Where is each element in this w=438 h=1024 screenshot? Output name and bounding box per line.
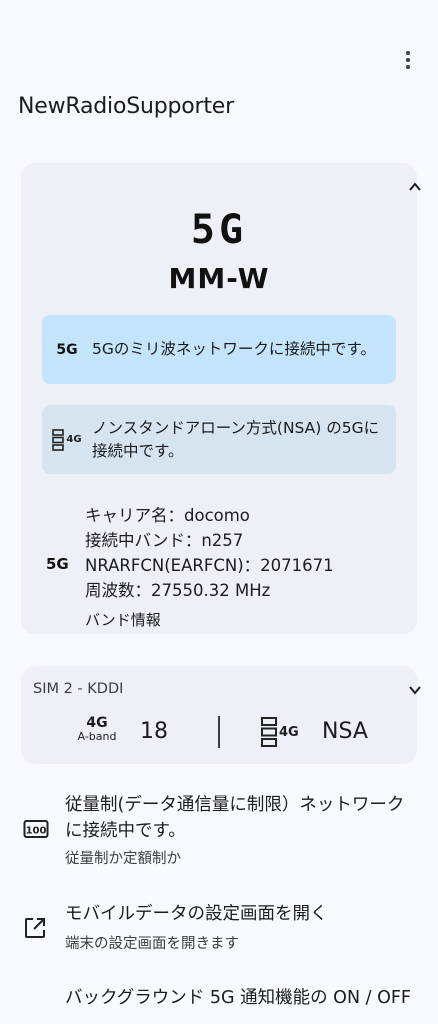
- band-type-label: MM-W: [168, 262, 270, 295]
- nrarfcn: NRARFCN(EARFCN)：2071671: [85, 556, 334, 575]
- band-info-link[interactable]: バンド情報: [85, 609, 334, 631]
- metered-title: 従量制(データ通信量に制限）ネットワークに接続中です。: [65, 795, 405, 841]
- app-title: NewRadioSupporter: [18, 94, 234, 119]
- open-external-icon: [23, 916, 47, 944]
- sim2-label: SIM 2 - KDDI: [33, 681, 124, 697]
- chevron-up-icon[interactable]: [408, 180, 422, 194]
- 5g-icon: 5G: [56, 341, 78, 358]
- network-details: キャリア名：docomo 接続中バンド：n257 NRARFCN(EARFCN)…: [85, 503, 334, 631]
- sim2-mode: NSA: [322, 719, 368, 744]
- nsa-icon-label: 4G: [66, 434, 82, 445]
- signal-value: 18: [140, 719, 168, 744]
- network-type-label: 5G: [190, 207, 248, 253]
- nsa-icon-label: 4G: [279, 724, 299, 740]
- metered-desc: 従量制か定額制か: [65, 851, 181, 867]
- metered-icon: 100: [23, 819, 49, 843]
- background-5g-title: バックグラウンド 5G 通知機能の ON / OFF: [65, 988, 411, 1008]
- frequency: 周波数：27550.32 MHz: [85, 581, 271, 600]
- svg-text:100: 100: [26, 826, 47, 837]
- mobile-data-title: モバイルデータの設定画面を開く: [65, 904, 328, 924]
- nsa-info-banner: 4G ノンスタンドアローン方式(NSA) の5Gに接続中です。: [42, 405, 396, 474]
- nsa-icon: 4G: [261, 717, 299, 747]
- more-dot: [406, 51, 410, 55]
- carrier-name: キャリア名：docomo: [85, 506, 250, 525]
- aband-label: A-band: [77, 730, 117, 743]
- more-dot: [406, 65, 410, 69]
- nsa-icon: 4G: [52, 428, 82, 451]
- mobile-data-desc: 端末の設定画面を開きます: [65, 936, 239, 952]
- more-dot: [406, 58, 410, 62]
- mmw-message: 5Gのミリ波ネットワークに接続中です。: [92, 340, 376, 358]
- more-options-button[interactable]: [398, 48, 418, 72]
- nsa-message: ノンスタンドアローン方式(NSA) の5Gに接続中です。: [92, 418, 380, 460]
- divider: [218, 716, 220, 748]
- 4g-label: 4G: [86, 715, 108, 731]
- 4g-aband-icon: 4G A-band: [77, 716, 117, 744]
- connected-band: 接続中バンド：n257: [85, 531, 244, 550]
- 5g-detail-icon: 5G: [46, 555, 69, 573]
- chevron-down-icon[interactable]: [408, 683, 422, 697]
- mmw-info-banner: 5G 5Gのミリ波ネットワークに接続中です。: [42, 315, 396, 384]
